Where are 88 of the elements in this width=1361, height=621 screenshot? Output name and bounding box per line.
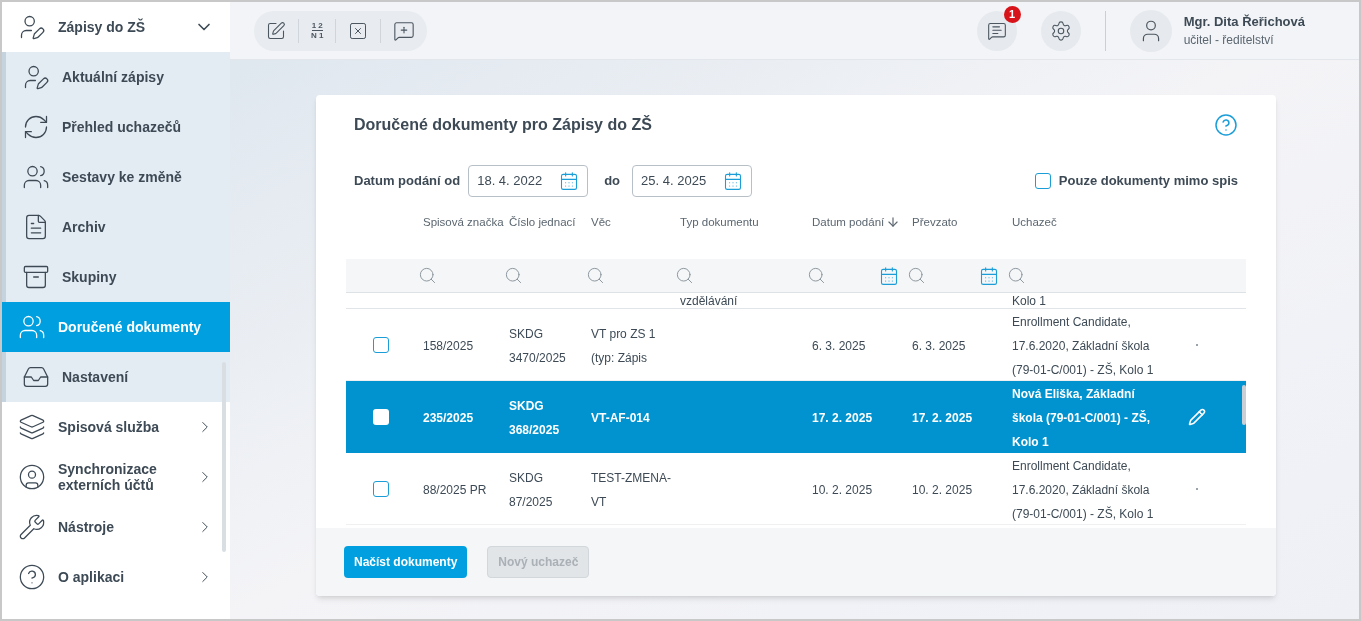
menu-icon — [18, 463, 46, 491]
table-cell: Nová Eliška, Základní škola (79-01-C/001) - ZŠ, Kolo 1 — [1012, 387, 1151, 449]
sidebar-item[interactable]: Archiv — [2, 202, 230, 252]
menu-icon — [18, 13, 46, 41]
date-from-label: Datum podání od — [354, 172, 461, 191]
table-cell: VT-AF-014 — [591, 411, 650, 425]
menu-icon — [22, 113, 50, 141]
help-icon[interactable] — [1214, 113, 1238, 137]
checkbox[interactable] — [1034, 173, 1051, 189]
table-cell-text: vzdělávání — [680, 294, 739, 308]
sidebar-item[interactable]: Skupiny — [2, 252, 230, 302]
numbering-button[interactable]: 1 2 N 1 — [311, 21, 324, 40]
menu-label: Synchronizace externích účtů — [58, 461, 158, 493]
calendar-icon[interactable] — [879, 265, 899, 286]
menu-icon — [22, 63, 50, 91]
edit-icon[interactable] — [1188, 408, 1206, 426]
table-cell: 235/2025 — [423, 411, 474, 425]
checkbox[interactable] — [373, 480, 389, 497]
search-icon[interactable] — [586, 266, 605, 285]
calendar-icon[interactable] — [559, 171, 580, 191]
menu-icon — [18, 413, 46, 441]
calendar-icon[interactable] — [723, 171, 744, 191]
menu-label: Skupiny — [62, 269, 118, 285]
table-cell: 88/2025 PR — [423, 482, 487, 497]
menu-label: Archiv — [62, 219, 107, 235]
menu-icon — [22, 163, 50, 191]
table-cell: 17. 2. 2025 — [812, 411, 873, 425]
menu-icon — [18, 563, 46, 591]
checkbox-label: Pouze dokumenty mimo spis — [1058, 172, 1238, 191]
user-name: Mgr. Dita Řeřichová — [1183, 12, 1305, 31]
table-cell: 6. 3. 2025 — [912, 338, 966, 353]
column-header[interactable]: Spisová značka — [423, 215, 505, 230]
column-header[interactable]: Datum podání — [812, 215, 886, 230]
box-cross-icon[interactable] — [348, 20, 369, 41]
menu-label: Sestavy ke změně — [62, 169, 183, 185]
table-cell: SKDG 368/2025 — [509, 399, 560, 437]
table-cell: Enrollment Candidate, 17.6.2020, Základní škola (79-01-C/001) - ZŠ, Kolo 1 — [1012, 314, 1154, 377]
menu-label: Zápisy do ZŠ — [58, 19, 147, 35]
menu-label: Nástroje — [58, 519, 116, 535]
calendar-icon[interactable] — [979, 265, 999, 286]
table-cell: SKDG 87/2025 — [509, 470, 553, 509]
menu-icon — [18, 513, 46, 541]
scrollbar — [1242, 385, 1246, 425]
date-from-field[interactable]: 18. 4. 2022 — [468, 165, 589, 197]
menu-label: Nastavení — [62, 369, 130, 385]
add-comment-icon[interactable] — [393, 19, 416, 42]
panel-title: Doručené dokumenty pro Zápisy do ZŠ — [354, 114, 653, 135]
sidebar-item[interactable]: Nastavení — [2, 352, 230, 402]
menu-label: Aktuální zápisy — [62, 69, 165, 85]
table-cell: Enrollment Candidate, 17.6.2020, Základní škola (79-01-C/001) - ZŠ, Kolo 1 — [1012, 458, 1154, 521]
column-header[interactable]: Uchazeč — [1012, 215, 1168, 230]
column-header[interactable]: Typ dokumentu — [680, 215, 808, 230]
table-cell-text: Kolo 1 — [1012, 294, 1048, 308]
menu-label: Doručené dokumenty — [58, 319, 203, 335]
search-icon[interactable] — [675, 266, 694, 285]
date-to-field[interactable]: 25. 4. 2025 — [632, 165, 753, 197]
checkbox[interactable] — [373, 336, 389, 353]
date-to-label: do — [604, 172, 621, 191]
menu-label: O aplikaci — [58, 569, 126, 585]
table-cell: SKDG 3470/2025 — [509, 326, 566, 365]
search-icon[interactable] — [1007, 266, 1026, 285]
message-icon — [986, 20, 1007, 41]
search-icon[interactable] — [807, 266, 826, 285]
menu-label: Spisová služba — [58, 419, 161, 435]
sidebar-item[interactable]: Sestavy ke změně — [2, 152, 230, 202]
edit-note-icon[interactable] — [266, 20, 286, 41]
search-icon[interactable] — [504, 266, 523, 285]
column-header[interactable]: Číslo jednací — [509, 215, 587, 230]
notification-badge: 1 — [1003, 5, 1021, 23]
sidebar-item[interactable]: Aktuální zápisy — [2, 52, 230, 102]
table-cell: 17. 2. 2025 — [912, 411, 973, 425]
column-header[interactable]: Převzato — [912, 215, 1008, 230]
menu-icon — [18, 313, 46, 341]
search-icon[interactable] — [907, 266, 926, 285]
checkbox[interactable] — [373, 409, 389, 425]
table-cell: 10. 2. 2025 — [812, 482, 873, 497]
menu-icon — [22, 263, 50, 291]
table-cell: 158/2025 — [423, 338, 474, 353]
settings-icon — [1049, 19, 1072, 42]
table-cell: VT pro ZS 1 (typ: Zápis — [591, 326, 656, 365]
column-header[interactable]: Věc — [591, 215, 676, 230]
table-cell: 10. 2. 2025 — [912, 482, 973, 497]
menu-label: Přehled uchazečů — [62, 119, 183, 135]
table-cell: TEST-ZMENA-VT — [591, 470, 671, 509]
table-cell: 6. 3. 2025 — [812, 338, 866, 353]
user-role: učitel - ředitelství — [1183, 32, 1275, 50]
search-icon[interactable] — [418, 266, 437, 285]
sidebar-item[interactable]: Přehled uchazečů — [2, 102, 230, 152]
